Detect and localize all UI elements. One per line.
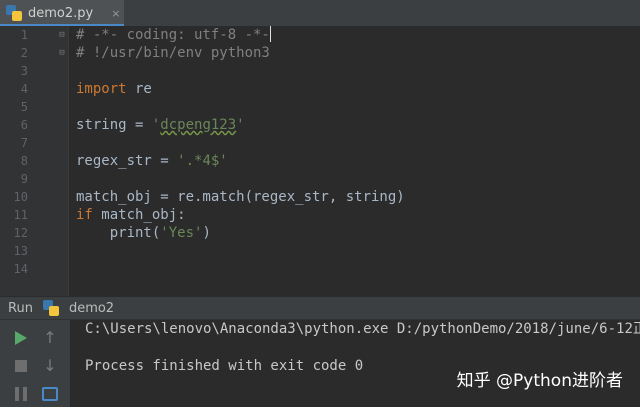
keyword: import — [76, 81, 127, 97]
code-editor[interactable]: 1 2 3 4 5 6 7 8 9 10 11 12 13 14 ⊟ ⊟ # -… — [0, 26, 640, 296]
rerun-button[interactable] — [11, 328, 31, 348]
line-number: 4 — [20, 82, 28, 96]
string-literal: 'Yes' — [160, 225, 203, 241]
play-icon — [15, 331, 27, 345]
code-line-10: match_obj = re.match(regex_str, string) — [76, 189, 405, 205]
run-console-output[interactable]: C:\Users\lenovo\Anaconda3\python.exe D:/… — [70, 320, 640, 407]
code-text: ) — [202, 225, 211, 241]
line-number: 14 — [13, 262, 28, 276]
line-number: 9 — [20, 172, 28, 186]
code-text: string = — [76, 117, 152, 133]
run-label[interactable]: Run — [8, 301, 33, 316]
line-number: 10 — [13, 190, 28, 204]
editor-tab-bar: demo2.py × — [0, 0, 640, 27]
string-literal: '.*4$' — [177, 153, 228, 169]
line-number: 1 — [20, 28, 28, 42]
python-config-icon — [42, 300, 59, 316]
scroll-down-button[interactable]: ↓ — [40, 356, 60, 376]
close-icon[interactable]: × — [111, 7, 120, 20]
code-text: print( — [76, 225, 161, 241]
comment-text: # -*- coding: utf-8 -*- — [76, 27, 270, 43]
fold-marker-icon[interactable]: ⊟ — [57, 48, 67, 58]
text-caret — [269, 26, 271, 42]
line-number: 13 — [13, 244, 28, 258]
line-number: 6 — [20, 118, 28, 132]
tab-label: demo2.py — [28, 5, 94, 21]
code-line-2: # !/usr/bin/env python3 — [76, 45, 270, 61]
pause-icon — [15, 387, 27, 401]
keyword: if — [76, 207, 93, 223]
line-number: 12 — [13, 226, 28, 240]
code-text: re — [126, 81, 152, 97]
string-quote: ' — [236, 117, 245, 133]
code-text: match_obj: — [92, 207, 186, 223]
line-number-gutter: 1 2 3 4 5 6 7 8 9 10 11 12 13 14 ⊟ ⊟ — [0, 26, 69, 296]
run-config-name[interactable]: demo2 — [69, 301, 114, 316]
python-file-icon — [6, 5, 22, 21]
run-toolbar: ↑ ↓ — [0, 320, 70, 407]
stop-icon — [15, 360, 27, 372]
run-tool-window-header: Run demo2 — [0, 296, 640, 320]
string-literal: dcpeng123 — [160, 117, 237, 133]
zhihu-watermark: 知乎 @Python进阶者 — [456, 371, 623, 391]
code-line-4: import re — [76, 80, 152, 98]
line-number: 2 — [20, 46, 28, 60]
stop-button[interactable] — [11, 356, 31, 376]
pause-button[interactable] — [11, 384, 31, 404]
line-number: 8 — [20, 154, 28, 168]
code-line-11: if match_obj: — [76, 206, 186, 224]
scroll-up-button[interactable]: ↑ — [40, 328, 60, 348]
line-number: 7 — [20, 136, 28, 150]
code-line-8: regex_str = '.*4$' — [76, 152, 228, 170]
fold-marker-icon[interactable]: ⊟ — [57, 30, 67, 40]
soft-wrap-icon — [42, 387, 58, 401]
console-line: C:\Users\lenovo\Anaconda3\python.exe D:/… — [85, 321, 640, 337]
console-line: Process finished with exit code 0 — [85, 358, 364, 374]
code-line-12: print('Yes') — [76, 224, 211, 242]
line-number: 11 — [13, 208, 28, 222]
arrow-up-icon: ↑ — [43, 328, 57, 347]
line-number: 5 — [20, 100, 28, 114]
code-line-1: # -*- coding: utf-8 -*- — [76, 26, 271, 44]
line-number: 3 — [20, 64, 28, 78]
soft-wrap-button[interactable] — [40, 384, 60, 404]
arrow-down-icon: ↓ — [43, 356, 57, 375]
code-text: regex_str = — [76, 153, 178, 169]
tab-demo2-py[interactable]: demo2.py × — [0, 0, 124, 26]
code-line-6: string = 'dcpeng123' — [76, 116, 245, 134]
